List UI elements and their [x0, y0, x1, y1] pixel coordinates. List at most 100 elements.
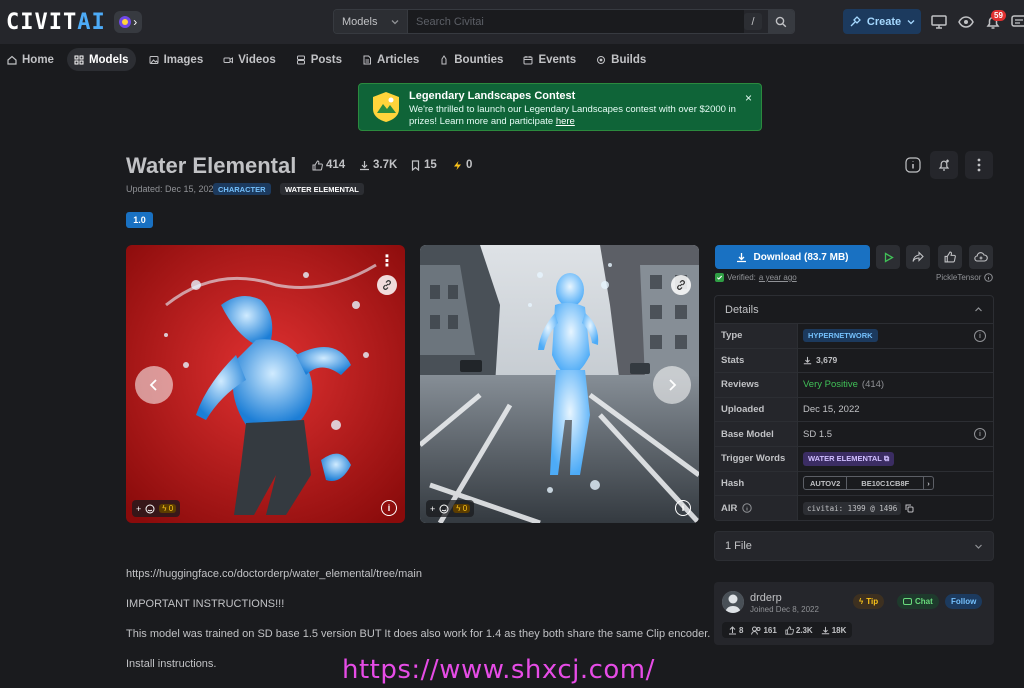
description-link[interactable]: https://huggingface.co/doctorderp/water_…	[126, 568, 422, 580]
buzz-count[interactable]: 0	[452, 159, 472, 171]
info-icon[interactable]	[984, 273, 994, 282]
description-line: IMPORTANT INSTRUCTIONS!!!	[126, 598, 285, 610]
avatar[interactable]	[722, 591, 744, 613]
verified-label: Verified:	[727, 273, 756, 282]
nav-item-home[interactable]: Home	[0, 48, 61, 71]
search-bar: Models /	[333, 9, 795, 34]
download-icon	[821, 626, 829, 634]
review-rating[interactable]: Very Positive	[803, 379, 858, 390]
nav-item-images[interactable]: Images	[142, 48, 211, 71]
share-button[interactable]	[906, 245, 930, 269]
add-reaction-icon[interactable]: +	[136, 504, 141, 514]
search-input[interactable]	[408, 10, 744, 33]
banner-close-button[interactable]: ×	[745, 91, 752, 105]
nav-item-posts[interactable]: Posts	[289, 48, 349, 71]
image-info-button[interactable]: i	[675, 500, 691, 516]
verified-time[interactable]: a year ago	[759, 273, 797, 282]
add-reaction-icon[interactable]: +	[430, 504, 435, 514]
detail-row-uploaded: Uploaded Dec 15, 2022	[715, 397, 993, 423]
chat-icon[interactable]	[1010, 13, 1024, 31]
carousel-next-button[interactable]	[653, 366, 691, 404]
info-icon[interactable]: i	[974, 330, 986, 342]
logo-text-part2: AI	[77, 9, 106, 35]
buzz-reaction[interactable]: ϟ 0	[159, 504, 177, 513]
details-header[interactable]: Details	[715, 296, 993, 324]
create-button[interactable]: Create	[843, 9, 921, 34]
nav-item-bounties[interactable]: Bounties	[432, 48, 510, 71]
nav-item-videos[interactable]: Videos	[216, 48, 283, 71]
details-panel: Details Type HYPERNETWORK i Stats 3,679 …	[714, 295, 994, 521]
follow-button[interactable]: Follow	[945, 594, 983, 609]
nav-label: Builds	[611, 53, 647, 66]
nav-item-articles[interactable]: Articles	[355, 48, 426, 71]
save-count[interactable]: 15	[410, 159, 437, 171]
model-title: Water Elemental	[126, 153, 297, 178]
nav-item-models[interactable]: Models	[66, 48, 136, 71]
detail-row-stats: Stats 3,679	[715, 348, 993, 374]
buzz-reaction[interactable]: ϟ 0	[453, 504, 471, 513]
like-button[interactable]	[938, 245, 962, 269]
scanner-info: PickleTensor	[936, 273, 994, 282]
creator-name[interactable]: drderp	[750, 592, 782, 604]
chevron-right-icon[interactable]: ›	[923, 477, 933, 490]
eye-settings-icon[interactable]	[957, 13, 975, 31]
banner-title: Legendary Landscapes Contest	[409, 90, 576, 102]
chat-button[interactable]: Chat	[897, 594, 939, 609]
version-menu-button[interactable]: ›	[113, 11, 142, 33]
tag-water-elemental[interactable]: WATER ELEMENTAL	[280, 183, 364, 195]
nav-label: Home	[22, 53, 54, 66]
nav-label: Images	[163, 53, 204, 66]
type-badge: HYPERNETWORK	[803, 329, 878, 343]
notify-button[interactable]	[930, 151, 958, 179]
creator-likes: 2.3K	[785, 626, 813, 635]
search-button[interactable]	[768, 10, 794, 33]
info-icon[interactable]	[742, 503, 753, 514]
creator-stats: 8 161 2.3K 18K	[722, 622, 853, 638]
card-link-button[interactable]	[377, 275, 397, 295]
chevron-down-icon	[907, 19, 915, 24]
nav-item-events[interactable]: Events	[516, 48, 583, 71]
reaction-bar[interactable]: + ϟ 0	[426, 500, 475, 517]
info-button[interactable]	[899, 151, 927, 179]
lightning-icon: ϟ	[859, 597, 864, 606]
image-info-button[interactable]: i	[381, 500, 397, 516]
run-button[interactable]	[876, 245, 900, 269]
tip-button[interactable]: ϟ Tip	[853, 594, 885, 609]
hash-algo[interactable]: AUTOV2	[804, 477, 848, 490]
detail-key: Type	[715, 324, 798, 348]
search-scope-select[interactable]: Models	[334, 10, 408, 33]
share-icon	[912, 251, 924, 262]
lightning-icon	[454, 160, 461, 170]
reaction-bar[interactable]: + ϟ 0	[132, 500, 181, 517]
download-button[interactable]: Download (83.7 MB)	[715, 245, 870, 269]
card-menu-button[interactable]: ⋮	[379, 251, 395, 271]
hash-value[interactable]: BE10C1CB8F	[847, 477, 923, 489]
banner-link[interactable]: here	[556, 116, 575, 127]
card-link-button[interactable]	[671, 275, 691, 295]
tag-character[interactable]: CHARACTER	[213, 183, 271, 195]
chat-label: Chat	[915, 597, 933, 606]
article-icon	[363, 55, 372, 64]
air-value: civitai: 1399 @ 1496	[803, 501, 902, 515]
bookmark-icon	[411, 159, 420, 171]
hash-box[interactable]: AUTOV2 BE10C1CB8F ›	[803, 476, 934, 491]
more-options-button[interactable]	[965, 151, 993, 179]
grid-icon	[74, 55, 84, 64]
play-icon	[884, 251, 894, 263]
cloud-save-button[interactable]	[969, 245, 993, 269]
buzz-reaction-count: 0	[168, 504, 174, 513]
updated-date: Updated: Dec 15, 2022	[126, 184, 219, 194]
contest-banner: Legendary Landscapes Contest We're thril…	[358, 83, 762, 131]
trigger-word-badge[interactable]: WATER ELEMENTAL ⧉	[803, 451, 895, 466]
detail-row-reviews: Reviews Very Positive (414)	[715, 373, 993, 398]
carousel-prev-button[interactable]	[135, 366, 173, 404]
nav-item-builds[interactable]: Builds	[589, 48, 653, 71]
files-accordion[interactable]: 1 File	[714, 531, 994, 561]
monitor-icon[interactable]	[930, 13, 948, 31]
info-icon	[905, 157, 921, 173]
buzz-value: 0	[466, 159, 473, 171]
version-tab[interactable]: 1.0	[126, 212, 153, 228]
copy-icon[interactable]	[905, 504, 914, 513]
like-count[interactable]: 414	[312, 159, 345, 171]
logo[interactable]: CIVITAI ›	[6, 7, 142, 37]
